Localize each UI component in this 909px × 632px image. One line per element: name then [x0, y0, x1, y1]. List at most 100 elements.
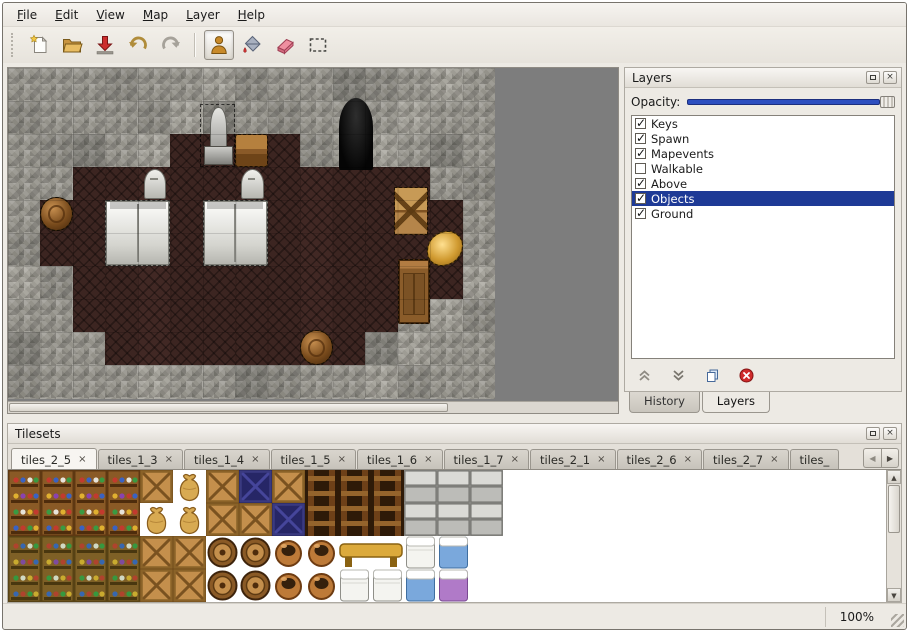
wall-tile[interactable]	[333, 365, 366, 399]
floor-tile[interactable]	[268, 134, 301, 168]
opacity-slider-handle[interactable]	[880, 96, 895, 108]
wall-tile[interactable]	[365, 365, 398, 399]
floor-tile[interactable]	[365, 200, 398, 234]
floor-tile[interactable]	[268, 299, 301, 333]
floor-tile[interactable]	[268, 167, 301, 201]
layer-row-objects[interactable]: Objects	[632, 191, 894, 206]
tileset-tab[interactable]: tiles_2_6 ×	[617, 449, 703, 470]
close-tab-icon[interactable]: ×	[251, 455, 259, 465]
close-icon[interactable]: ×	[883, 71, 897, 84]
wall-tile[interactable]	[73, 332, 106, 366]
floor-tile[interactable]	[105, 266, 138, 300]
open-file-button[interactable]	[57, 30, 87, 60]
wall-tile[interactable]	[398, 68, 431, 102]
floor-tile[interactable]	[333, 167, 366, 201]
close-tab-icon[interactable]: ×	[165, 455, 173, 465]
layer-visibility-checkbox[interactable]	[635, 208, 646, 219]
tileset-tab[interactable]: tiles_1_7 ×	[444, 449, 530, 470]
floor-tile[interactable]	[268, 200, 301, 234]
wall-tile[interactable]	[463, 68, 496, 102]
layer-row-mapevents[interactable]: Mapevents	[632, 146, 894, 161]
wall-tile[interactable]	[365, 332, 398, 366]
menu-help[interactable]: Help	[230, 6, 273, 24]
floor-tile[interactable]	[430, 266, 463, 300]
wall-tile[interactable]	[170, 101, 203, 135]
wall-tile[interactable]	[138, 68, 171, 102]
resize-grip[interactable]	[891, 614, 904, 627]
menu-file[interactable]: File	[9, 6, 45, 24]
layer-visibility-checkbox[interactable]	[635, 118, 646, 129]
floor-tile[interactable]	[170, 134, 203, 168]
layer-visibility-checkbox[interactable]	[635, 193, 646, 204]
wall-tile[interactable]	[40, 365, 73, 399]
map-object-barrel[interactable]	[300, 330, 332, 365]
close-tab-icon[interactable]: ×	[338, 455, 346, 465]
tileset-tab[interactable]: tiles_1_4 ×	[184, 449, 270, 470]
wall-tile[interactable]	[8, 365, 41, 399]
floor-tile[interactable]	[333, 233, 366, 267]
wall-tile[interactable]	[463, 233, 496, 267]
floor-tile[interactable]	[268, 266, 301, 300]
wall-tile[interactable]	[268, 68, 301, 102]
wall-tile[interactable]	[73, 134, 106, 168]
undo-button[interactable]	[123, 30, 153, 60]
layer-row-walkable[interactable]: Walkable	[632, 161, 894, 176]
wall-tile[interactable]	[300, 101, 333, 135]
menu-map[interactable]: Map	[135, 6, 176, 24]
wall-tile[interactable]	[398, 332, 431, 366]
floor-tile[interactable]	[365, 233, 398, 267]
layer-visibility-checkbox[interactable]	[635, 148, 646, 159]
layer-visibility-checkbox[interactable]	[635, 133, 646, 144]
floor-tile[interactable]	[170, 332, 203, 366]
map-object-grave[interactable]	[235, 167, 267, 200]
floor-tile[interactable]	[268, 332, 301, 366]
eraser-button[interactable]	[270, 30, 300, 60]
redo-button[interactable]	[156, 30, 186, 60]
floor-tile[interactable]	[235, 332, 268, 366]
tab-layers[interactable]: Layers	[702, 392, 770, 413]
floor-tile[interactable]	[300, 266, 333, 300]
close-tab-icon[interactable]: ×	[770, 455, 778, 465]
wall-tile[interactable]	[430, 299, 463, 333]
map-viewport[interactable]	[7, 67, 619, 414]
floor-tile[interactable]	[268, 233, 301, 267]
lower-layer-icon[interactable]	[669, 366, 687, 384]
wall-tile[interactable]	[463, 134, 496, 168]
floor-tile[interactable]	[300, 200, 333, 234]
wall-tile[interactable]	[300, 68, 333, 102]
wall-tile[interactable]	[300, 365, 333, 399]
wall-tile[interactable]	[8, 167, 41, 201]
wall-tile[interactable]	[430, 332, 463, 366]
wall-tile[interactable]	[365, 68, 398, 102]
tileset-vertical-scrollbar[interactable]: ▲ ▼	[886, 470, 901, 602]
floor-tile[interactable]	[138, 299, 171, 333]
save-button[interactable]	[90, 30, 120, 60]
duplicate-layer-icon[interactable]	[703, 366, 721, 384]
wall-tile[interactable]	[463, 365, 496, 399]
wall-tile[interactable]	[300, 134, 333, 168]
wall-tile[interactable]	[398, 365, 431, 399]
wall-tile[interactable]	[268, 365, 301, 399]
map-canvas[interactable]	[8, 68, 495, 398]
wall-tile[interactable]	[235, 101, 268, 135]
wall-tile[interactable]	[333, 68, 366, 102]
wall-tile[interactable]	[170, 68, 203, 102]
close-tab-icon[interactable]: ×	[684, 455, 692, 465]
map-object-table[interactable]	[235, 134, 267, 167]
tileset-content[interactable]: ▲ ▼	[8, 470, 901, 602]
wall-tile[interactable]	[105, 101, 138, 135]
wall-tile[interactable]	[40, 266, 73, 300]
wall-tile[interactable]	[398, 101, 431, 135]
floor-tile[interactable]	[40, 233, 73, 267]
menu-edit[interactable]: Edit	[47, 6, 86, 24]
wall-tile[interactable]	[8, 200, 41, 234]
wall-tile[interactable]	[8, 68, 41, 102]
floor-tile[interactable]	[235, 299, 268, 333]
wall-tile[interactable]	[203, 68, 236, 102]
map-object-barrel[interactable]	[40, 197, 72, 232]
wall-tile[interactable]	[138, 134, 171, 168]
close-tab-icon[interactable]: ×	[511, 455, 519, 465]
floor-tile[interactable]	[430, 200, 463, 234]
floor-tile[interactable]	[105, 332, 138, 366]
layer-visibility-checkbox[interactable]	[635, 163, 646, 174]
